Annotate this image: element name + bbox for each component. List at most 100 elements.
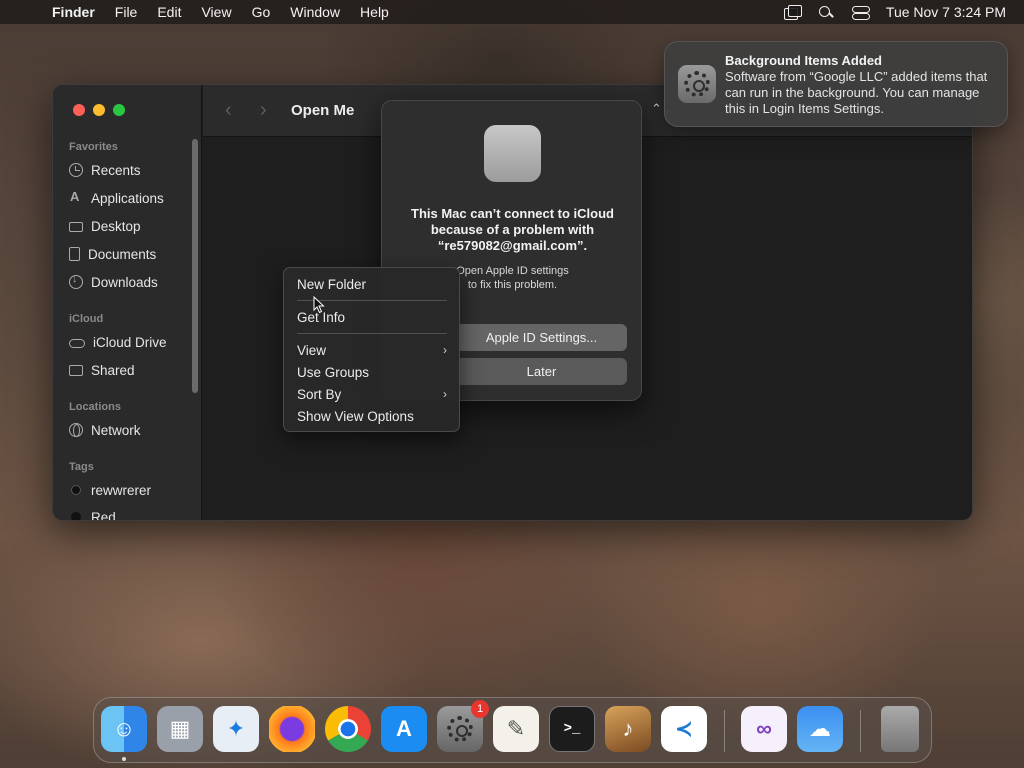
sidebar-item-recents[interactable]: Recents	[69, 159, 141, 181]
menu-help[interactable]: Help	[350, 4, 399, 20]
notification-body: Software from “Google LLC” added items t…	[725, 69, 988, 116]
back-arrow-icon[interactable]: ‹	[225, 99, 232, 122]
context-menu: New Folder Get Info View › Use Groups So…	[283, 267, 460, 432]
tag-dot-icon	[71, 512, 81, 520]
menu-item-use-groups[interactable]: Use Groups	[297, 362, 447, 382]
spotlight-search-icon[interactable]	[818, 5, 834, 19]
mouse-cursor-icon	[313, 295, 325, 314]
sidebar-item-label: Desktop	[91, 218, 141, 234]
menu-item-show-view-options[interactable]: Show View Options	[297, 406, 447, 426]
dock-launchpad-icon[interactable]: ▦	[157, 706, 203, 752]
sidebar-section-favorites: Favorites	[69, 141, 118, 153]
minimize-button[interactable]	[93, 104, 105, 116]
menu-item-view[interactable]: View ›	[297, 340, 447, 360]
sidebar-scrollbar[interactable]	[192, 139, 198, 393]
sidebar-item-label: Documents	[88, 246, 157, 262]
menu-app-name[interactable]: Finder	[52, 4, 105, 20]
background-items-notification[interactable]: Background Items Added Software from “Go…	[664, 41, 1008, 127]
window-controls	[73, 104, 125, 116]
control-center-icon[interactable]	[851, 5, 870, 20]
sidebar-item-downloads[interactable]: Downloads	[69, 271, 158, 293]
menu-file[interactable]: File	[105, 4, 148, 20]
menu-item-label: Use Groups	[297, 364, 370, 380]
sidebar-item-applications[interactable]: Applications	[69, 187, 164, 209]
sidebar-section-icloud: iCloud	[69, 313, 104, 325]
sidebar-item-label: Network	[91, 422, 141, 438]
dock-vscode-icon[interactable]: ≺	[661, 706, 707, 752]
sidebar-item-tag-red[interactable]: Red	[69, 506, 116, 521]
tag-dot-icon	[71, 485, 81, 495]
menu-item-label: Sort By	[297, 386, 342, 402]
window-title: Open Me	[291, 102, 355, 119]
sidebar-item-label: Shared	[91, 362, 135, 378]
dock-firefox-icon[interactable]	[269, 706, 315, 752]
apple-id-settings-button[interactable]: Apple ID Settings...	[456, 324, 627, 351]
network-globe-icon	[69, 423, 83, 437]
dock-safari-icon[interactable]: ✦	[213, 706, 259, 752]
sidebar-item-icloud-drive[interactable]: iCloud Drive	[69, 331, 167, 353]
desktop-icon	[69, 222, 83, 232]
dock-finder-icon[interactable]: ☺	[101, 706, 147, 752]
notification-title: Background Items Added	[725, 53, 882, 68]
dock-running-indicator	[122, 757, 126, 761]
sidebar-item-label: Downloads	[91, 274, 158, 290]
document-icon	[69, 247, 80, 261]
notification-badge: 1	[471, 700, 489, 718]
sidebar-item-network[interactable]: Network	[69, 419, 141, 441]
clock-icon	[69, 163, 83, 177]
menu-window[interactable]: Window	[280, 4, 350, 20]
sidebar-item-label: iCloud Drive	[93, 334, 167, 350]
menu-item-label: New Folder	[297, 276, 367, 292]
chevron-right-icon: ›	[443, 387, 447, 401]
sidebar-item-label: Recents	[91, 162, 141, 178]
finder-sidebar: Favorites Recents Applications Desktop D…	[53, 85, 202, 520]
close-button[interactable]	[73, 104, 85, 116]
menu-item-new-folder[interactable]: New Folder	[297, 274, 447, 294]
menu-item-label: Show View Options	[297, 408, 414, 424]
sidebar-item-label: rewwrerer	[91, 482, 152, 498]
screen-mirroring-icon[interactable]	[783, 5, 802, 20]
alert-title: This Mac can’t connect to iCloud because…	[411, 206, 614, 253]
dock-textedit-icon[interactable]: ✎	[493, 706, 539, 752]
alert-message: Open Apple ID settings to fix this probl…	[456, 265, 569, 291]
sidebar-item-label: Red	[91, 509, 116, 521]
zoom-button[interactable]	[113, 104, 125, 116]
sidebar-item-label: Applications	[91, 190, 164, 206]
menu-bar-clock[interactable]: Tue Nov 7 3:24 PM	[886, 4, 1006, 20]
menu-item-sort-by[interactable]: Sort By ›	[297, 384, 447, 404]
shared-folder-icon	[69, 364, 83, 376]
system-app-icon	[484, 125, 541, 182]
menu-edit[interactable]: Edit	[147, 4, 191, 20]
sidebar-item-shared[interactable]: Shared	[69, 359, 135, 381]
applications-icon	[69, 189, 83, 205]
forward-arrow-icon[interactable]: ›	[260, 99, 267, 122]
dock-visual-studio-icon[interactable]: ∞	[741, 706, 787, 752]
menu-item-label: View	[297, 342, 327, 358]
gear-icon	[684, 71, 710, 97]
cloud-icon	[69, 339, 85, 348]
download-icon	[69, 273, 83, 289]
menu-separator	[297, 333, 447, 334]
sidebar-item-tag[interactable]: rewwrerer	[69, 479, 151, 501]
dock-chrome-icon[interactable]	[325, 706, 371, 752]
menu-bar: Finder File Edit View Go Window Help Tue…	[0, 0, 1024, 24]
later-button[interactable]: Later	[456, 358, 627, 385]
dock-instruments-icon[interactable]: ♪	[605, 706, 651, 752]
dock-trash-icon[interactable]	[881, 706, 919, 752]
menu-go[interactable]: Go	[242, 4, 281, 20]
dock-app-store-icon[interactable]: A	[381, 706, 427, 752]
menu-bar-status: Tue Nov 7 3:24 PM	[783, 4, 1024, 20]
dock: ☺ ▦ ✦ A 1 ✎ >_ ♪ ≺ ∞ ☁	[93, 697, 932, 763]
dock-weather-icon[interactable]: ☁	[797, 706, 843, 752]
system-settings-icon	[678, 65, 716, 103]
sidebar-item-documents[interactable]: Documents	[69, 243, 156, 265]
sidebar-item-desktop[interactable]: Desktop	[69, 215, 141, 237]
sidebar-section-tags: Tags	[69, 461, 94, 473]
menu-view[interactable]: View	[191, 4, 241, 20]
dock-terminal-icon[interactable]: >_	[549, 706, 595, 752]
sidebar-section-locations: Locations	[69, 401, 121, 413]
dock-separator	[860, 710, 861, 752]
chevron-right-icon: ›	[443, 343, 447, 357]
dock-system-settings-icon[interactable]: 1	[437, 700, 489, 752]
gear-icon	[447, 716, 473, 742]
